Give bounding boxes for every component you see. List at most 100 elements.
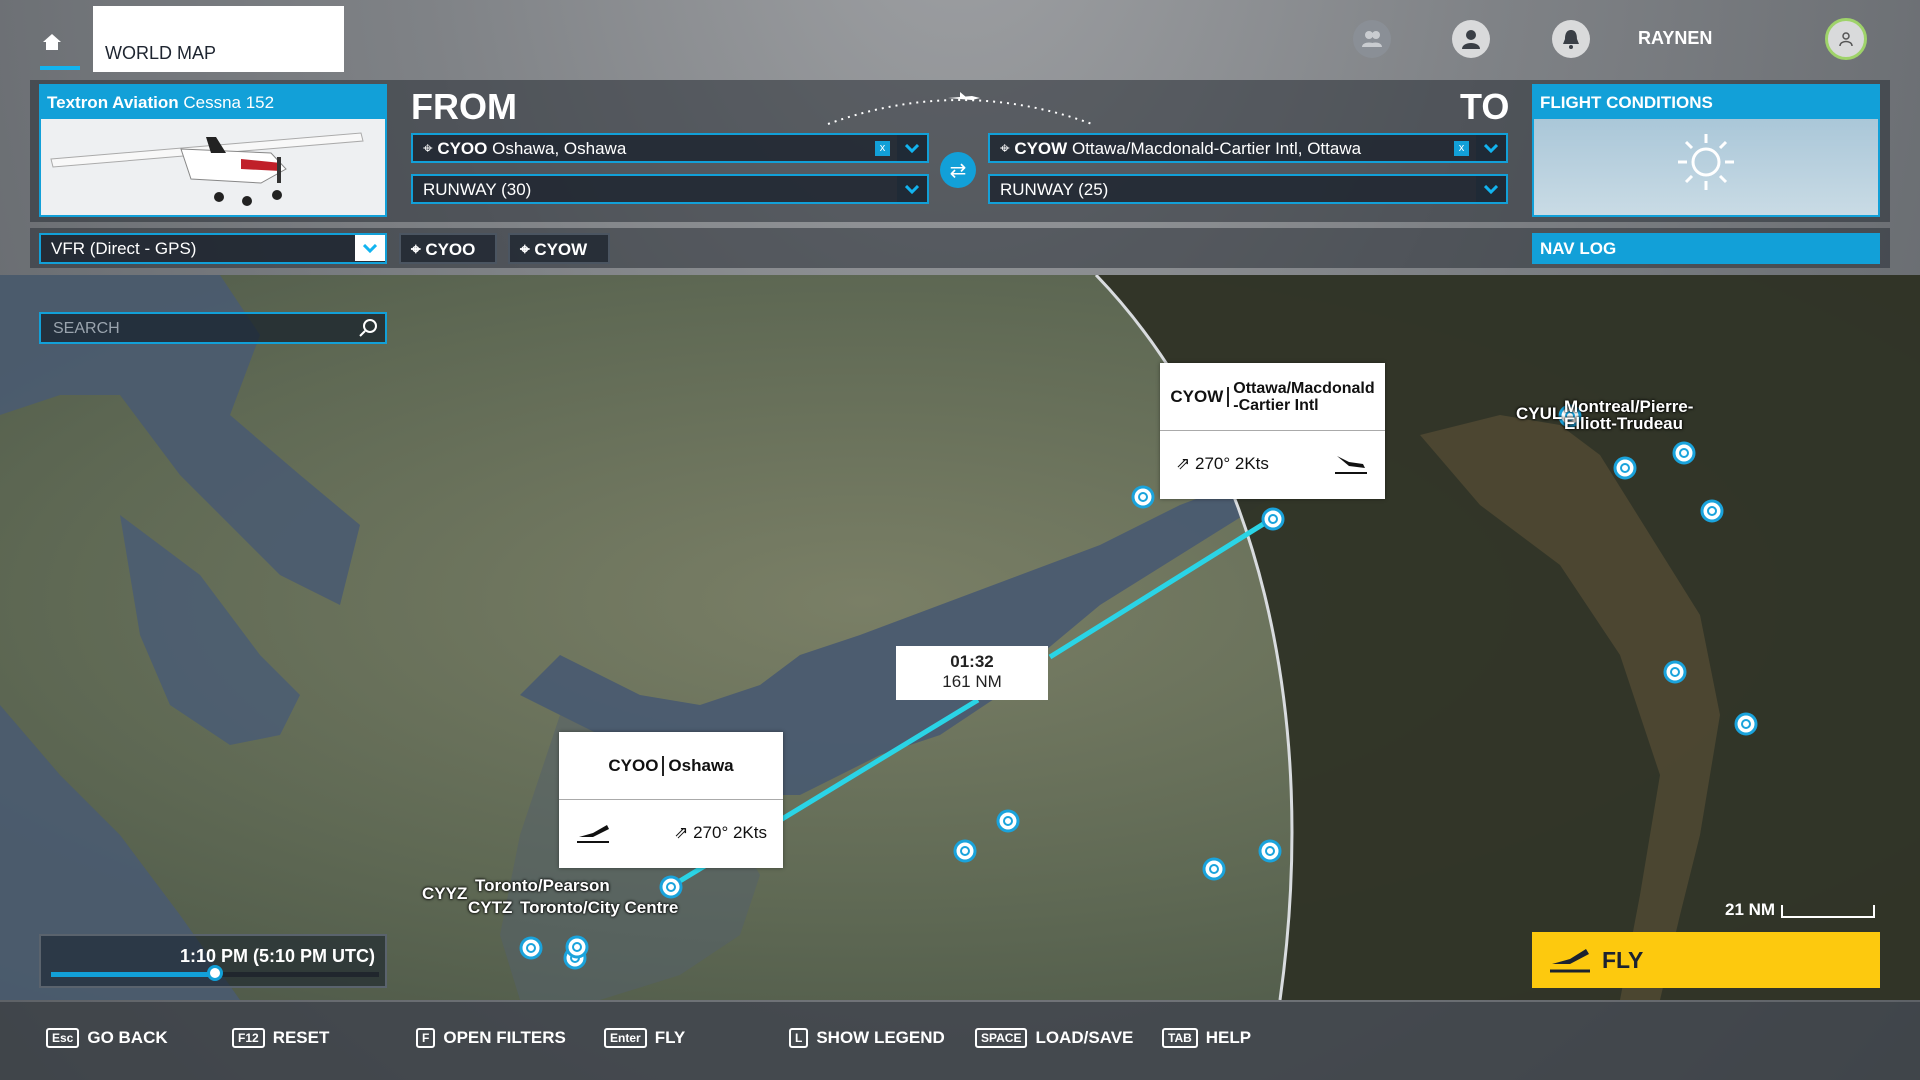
departure-code: CYOO xyxy=(437,139,488,158)
shortcut-label: FLY xyxy=(654,1028,686,1047)
time-slider-handle[interactable] xyxy=(207,965,223,981)
airport-label-cyyz-code[interactable]: CYYZ xyxy=(422,884,467,904)
swap-airports-button[interactable]: ⇄ xyxy=(940,152,976,188)
airport-label-cyul-name[interactable]: Montreal/Pierre- Elliott-Trudeau xyxy=(1564,398,1693,432)
airport-marker[interactable] xyxy=(1700,499,1724,523)
waypoint-chip[interactable]: ⌖ CYOO xyxy=(399,233,497,264)
fly-button[interactable]: FLY xyxy=(1532,932,1880,988)
destination-wind-value: 270° 2Kts xyxy=(1194,454,1269,473)
airport-marker[interactable] xyxy=(1202,857,1226,881)
airport-marker[interactable] xyxy=(996,809,1020,833)
aircraft-maker: Textron Aviation xyxy=(47,93,179,112)
key-hint: L xyxy=(789,1028,809,1048)
shortcut-label: LOAD/SAVE xyxy=(1035,1028,1134,1047)
waypoint-chip[interactable]: ⌖ CYOW xyxy=(508,233,610,264)
target-icon: ⌖ xyxy=(520,240,530,259)
clear-arrival-button[interactable]: x xyxy=(1454,141,1469,156)
sun-icon xyxy=(1678,134,1734,190)
airport-marker[interactable] xyxy=(953,839,977,863)
flight-plan-type-select[interactable]: VFR (Direct - GPS) xyxy=(39,233,387,264)
airport-label-cyul-code[interactable]: CYUL xyxy=(1516,404,1562,424)
chevron-down-icon[interactable] xyxy=(1476,176,1506,202)
friends-icon[interactable] xyxy=(1353,20,1391,58)
username[interactable]: RAYNEN xyxy=(1638,28,1712,49)
chevron-down-icon[interactable] xyxy=(897,135,927,161)
notifications-icon[interactable] xyxy=(1552,20,1590,58)
time-slider-fill xyxy=(51,972,215,977)
shortcut-label: SHOW LEGEND xyxy=(816,1028,945,1047)
shortcut-label: RESET xyxy=(272,1028,330,1047)
target-icon: ⌖ xyxy=(423,139,433,158)
search-input[interactable]: SEARCH xyxy=(39,312,387,344)
aircraft-image xyxy=(41,119,385,215)
airport-label-cytz-code[interactable]: CYTZ xyxy=(468,898,512,918)
shortcut-show-legend[interactable]: L SHOW LEGEND xyxy=(789,1028,945,1048)
airport-label-cytz-name[interactable]: Toronto/City Centre xyxy=(520,898,678,918)
fly-button-label: FLY xyxy=(1602,946,1644,973)
airport-label-cyyz-name[interactable]: Toronto/Pearson xyxy=(475,876,610,896)
profile-icon[interactable] xyxy=(1452,20,1490,58)
clear-departure-button[interactable]: x xyxy=(875,141,890,156)
origin-wind-value: 270° 2Kts xyxy=(693,823,767,842)
origin-wind: ⇗ 270° 2Kts xyxy=(674,823,767,843)
airport-marker[interactable] xyxy=(1734,712,1758,736)
search-icon[interactable] xyxy=(357,317,379,339)
origin-card[interactable]: CYOO Oshawa ⇗ 270° 2Kts xyxy=(559,732,783,868)
chevron-down-icon[interactable] xyxy=(897,176,927,202)
target-icon: ⌖ xyxy=(1000,139,1010,158)
key-hint: F12 xyxy=(232,1028,265,1048)
chevron-down-icon[interactable] xyxy=(355,235,385,261)
leg-time: 01:32 xyxy=(950,652,994,671)
shortcut-open-filters[interactable]: F OPEN FILTERS xyxy=(416,1028,566,1048)
key-hint: Enter xyxy=(604,1028,647,1048)
destination-wind: ⇗ 270° 2Kts xyxy=(1176,454,1269,474)
destination-name: Ottawa/Macdonald -Cartier Intl xyxy=(1233,379,1375,414)
chevron-down-icon[interactable] xyxy=(1476,135,1506,161)
shortcut-go-back[interactable]: Esc GO BACK xyxy=(46,1028,168,1048)
arrival-airport-select[interactable]: ⌖ CYOW Ottawa/Macdonald-Cartier Intl, Ot… xyxy=(988,133,1508,163)
avatar[interactable] xyxy=(1825,18,1867,60)
shortcut-load-save[interactable]: SPACE LOAD/SAVE xyxy=(975,1028,1133,1048)
wind-icon: ⇗ xyxy=(674,823,689,842)
airport-marker[interactable] xyxy=(519,936,543,960)
map-scale: 21 NM xyxy=(1725,900,1876,920)
target-icon: ⌖ xyxy=(411,240,421,259)
flight-plan-type: VFR (Direct - GPS) xyxy=(51,239,197,258)
airport-marker[interactable] xyxy=(1261,507,1285,531)
home-icon xyxy=(43,34,61,50)
aircraft-selector[interactable]: Textron Aviation Cessna 152 xyxy=(39,84,387,217)
arrival-runway-select[interactable]: RUNWAY (25) xyxy=(988,174,1508,204)
waypoint-label: CYOO xyxy=(425,240,476,259)
key-hint: F xyxy=(416,1028,436,1048)
airport-marker[interactable] xyxy=(1672,441,1696,465)
airport-marker[interactable] xyxy=(565,935,589,959)
arrival-name: Ottawa/Macdonald-Cartier Intl, Ottawa xyxy=(1071,139,1362,158)
key-hint: TAB xyxy=(1162,1028,1198,1048)
shortcut-reset[interactable]: F12 RESET xyxy=(232,1028,329,1048)
tab-world-map[interactable]: WORLD MAP xyxy=(93,6,344,72)
airport-marker[interactable] xyxy=(1258,839,1282,863)
shortcut-help[interactable]: TAB HELP xyxy=(1162,1028,1251,1048)
origin-card-header: CYOO Oshawa xyxy=(559,732,783,800)
landing-icon xyxy=(1335,456,1367,474)
flight-conditions-title: FLIGHT CONDITIONS xyxy=(1534,86,1878,119)
time-of-day-slider[interactable]: 1:10 PM (5:10 PM UTC) xyxy=(39,934,387,988)
from-label: FROM xyxy=(411,86,517,127)
airport-marker[interactable] xyxy=(1613,456,1637,480)
flight-conditions-panel[interactable]: FLIGHT CONDITIONS xyxy=(1532,84,1880,217)
airport-marker[interactable] xyxy=(1663,660,1687,684)
departure-airport-select[interactable]: ⌖ CYOO Oshawa, Oshawa x xyxy=(411,133,929,163)
shortcut-label: GO BACK xyxy=(87,1028,168,1047)
airport-marker[interactable] xyxy=(1131,485,1155,509)
airport-marker[interactable] xyxy=(659,875,683,899)
route-leg-info[interactable]: 01:32 161 NM xyxy=(896,646,1048,700)
destination-card[interactable]: CYOW Ottawa/Macdonald -Cartier Intl ⇗ 27… xyxy=(1160,363,1385,499)
map-scale-label: 21 NM xyxy=(1725,900,1776,919)
shortcut-fly[interactable]: Enter FLY xyxy=(604,1028,685,1048)
scale-bar xyxy=(1780,904,1875,918)
nav-log-button[interactable]: NAV LOG xyxy=(1532,233,1880,264)
wind-icon: ⇗ xyxy=(1176,454,1191,473)
key-hint: SPACE xyxy=(975,1028,1028,1048)
departure-runway-select[interactable]: RUNWAY (30) xyxy=(411,174,929,204)
waypoint-label: CYOW xyxy=(534,240,588,259)
